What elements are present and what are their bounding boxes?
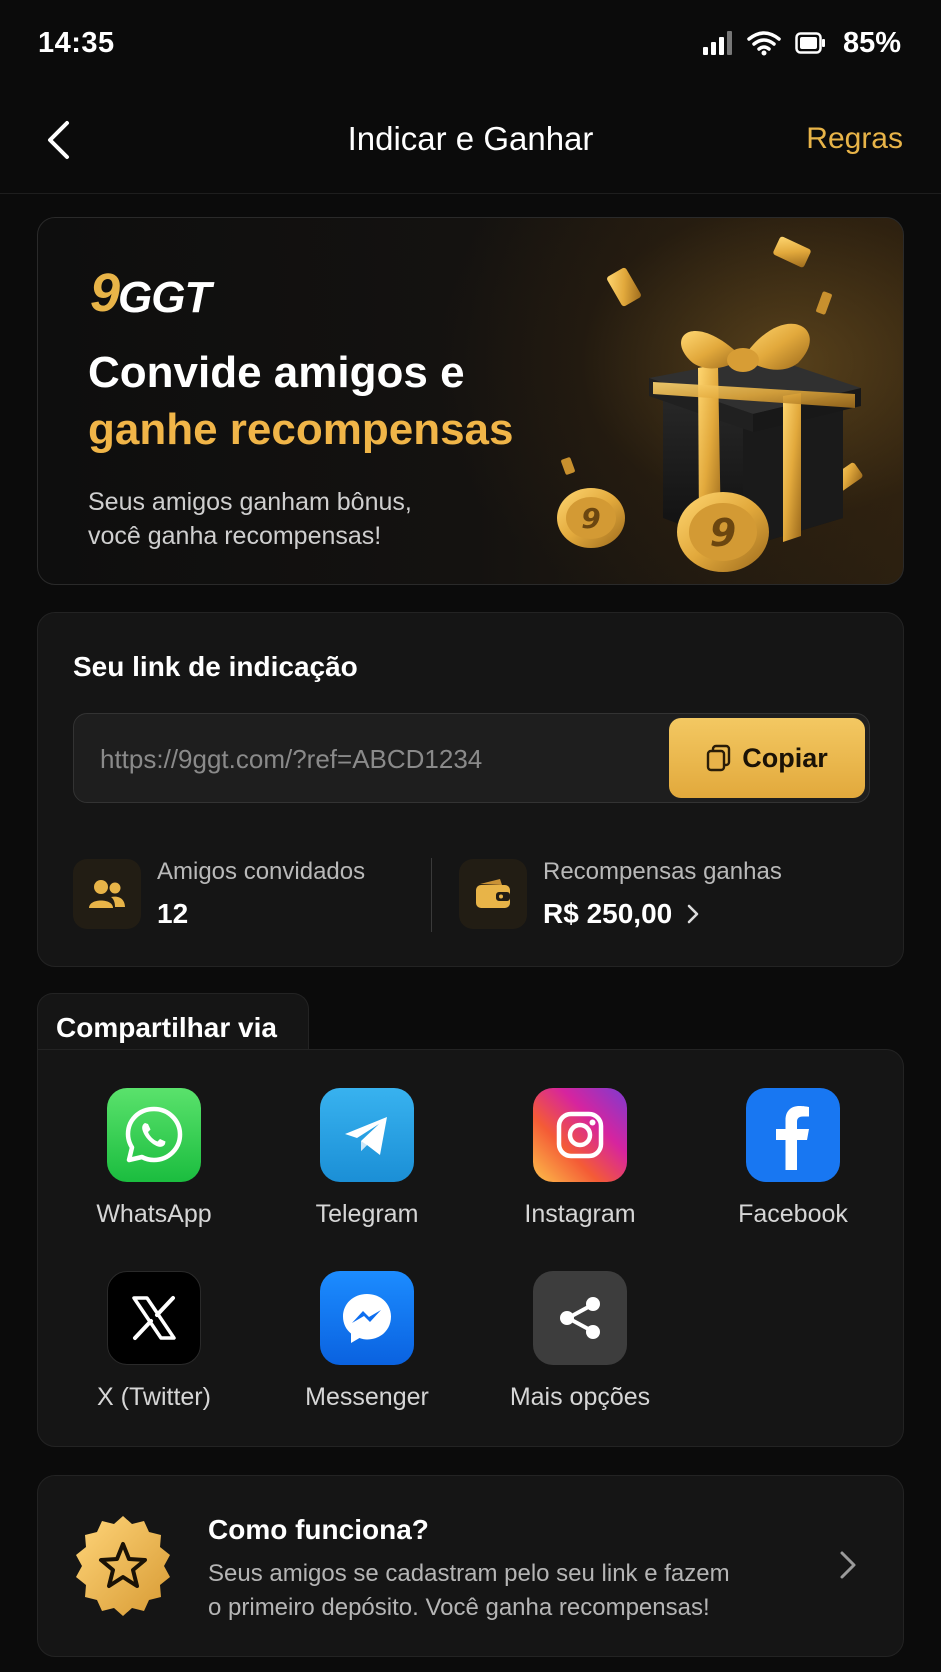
share-title: Compartilhar via [56,1012,277,1043]
wallet-icon [476,879,510,908]
friends-invited-value: 12 [157,898,189,929]
referral-card: Seu link de indicação https://9ggt.com/?… [37,612,904,967]
share-more-options[interactable]: Mais opções [480,1271,680,1412]
brand-logo: 9 GGT [90,263,211,323]
users-icon [89,880,125,908]
svg-text:9: 9 [581,502,600,535]
telegram-icon [320,1088,414,1182]
instagram-icon [533,1088,627,1182]
status-bar: 14:35 85% [0,0,941,86]
share-label-telegram: Telegram [315,1200,419,1228]
how-it-works-desc-line2: o primeiro depósito. Você ganha recompen… [208,1594,710,1621]
how-it-works-desc-line1: Seus amigos se cadastram pelo seu link e… [208,1560,730,1587]
rewards-icon-box [459,859,527,929]
chevron-right-icon [687,904,699,924]
how-it-works-title: Como funciona? [208,1514,429,1545]
friends-icon-box [73,859,141,929]
wifi-icon [747,31,781,56]
signal-icon [702,31,732,55]
brand-logo-nine: 9 [90,263,121,323]
status-icons: 85% [702,26,901,60]
hero-subtitle-line2: você ganha recompensas! [88,522,382,550]
how-it-works-card[interactable]: Como funciona? Seus amigos se cadastram … [37,1475,904,1657]
hero-title-line1: Convide amigos e [88,348,465,397]
share-label-instagram: Instagram [524,1200,636,1228]
share-facebook[interactable]: Facebook [693,1088,893,1229]
share-messenger[interactable]: Messenger [267,1271,467,1412]
friends-invited-stat: Amigos convidados 12 [73,858,365,930]
referral-title: Seu link de indicação [73,651,358,682]
rewards-earned-label: Recompensas ganhas [543,858,782,885]
share-label-whatsapp: WhatsApp [96,1200,212,1228]
share-label-x: X (Twitter) [97,1383,211,1411]
share-instagram[interactable]: Instagram [480,1088,680,1229]
share-icon [533,1271,627,1365]
stat-divider [431,858,432,932]
svg-text:9: 9 [710,511,736,555]
referral-link-field[interactable]: https://9ggt.com/?ref=ABCD1234 Copiar [73,713,870,803]
brand-logo-ggt: GGT [118,273,211,322]
whatsapp-icon [107,1088,201,1182]
copy-icon [707,744,731,772]
facebook-icon [746,1088,840,1182]
gift-box-illustration: 9 9 [557,236,863,572]
rewards-earned-value: R$ 250,00 [543,898,673,929]
share-label-facebook: Facebook [738,1200,848,1228]
share-x[interactable]: X (Twitter) [54,1271,254,1412]
messenger-icon [320,1271,414,1365]
rules-link[interactable]: Regras [806,122,903,156]
friends-invited-label: Amigos convidados [157,858,366,885]
hero-title-line2: ganhe recompensas [88,405,514,454]
hero-subtitle-line1: Seus amigos ganham bônus, [88,488,412,516]
share-telegram[interactable]: Telegram [267,1088,467,1229]
status-time: 14:35 [38,26,115,59]
share-label-messenger: Messenger [305,1383,429,1411]
share-label-more-options: Mais opções [509,1383,651,1411]
referral-link-text: https://9ggt.com/?ref=ABCD1234 [100,744,483,774]
share-whatsapp[interactable]: WhatsApp [54,1088,254,1229]
header: Indicar e Ganhar Regras [0,86,941,194]
x-icon [107,1271,201,1365]
battery-icon [795,32,825,54]
chevron-right-icon [840,1551,856,1579]
rewards-earned-stat[interactable]: Recompensas ganhas R$ 250,00 [459,858,782,930]
copy-button[interactable]: Copiar [669,718,865,798]
share-card: WhatsApp Telegram Instagram Facebook X (… [37,1049,904,1447]
battery-percent: 85% [842,26,901,59]
page-title: Indicar e Ganhar [347,120,594,157]
star-badge-icon [76,1516,170,1616]
hero-banner: 9 GGT Convide amigos e ganhe recompensas… [37,217,904,585]
copy-button-label: Copiar [742,742,828,773]
